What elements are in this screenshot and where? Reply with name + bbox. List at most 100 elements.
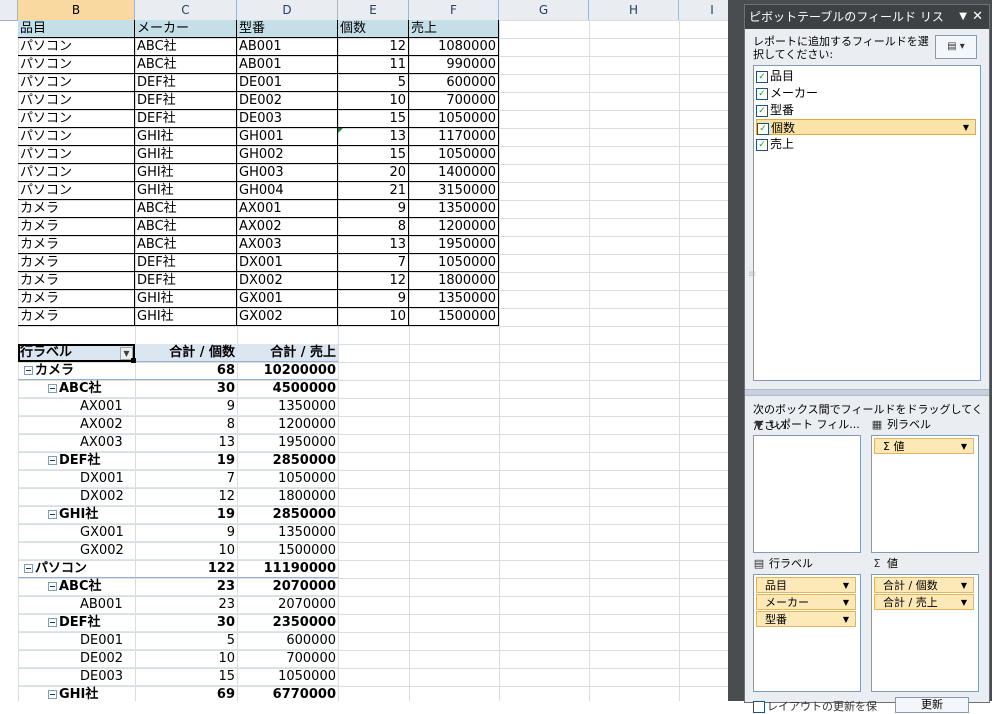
table-cell[interactable]: GH004 (237, 182, 338, 200)
pivot-sales-cell[interactable]: 2350000 (237, 614, 338, 632)
table-cell[interactable]: 1050000 (409, 254, 499, 272)
pivot-sales-cell[interactable]: 2850000 (237, 506, 338, 524)
table-cell[interactable]: 12 (338, 272, 409, 290)
pivot-count-cell[interactable]: 5 (135, 632, 237, 650)
cell-grid[interactable]: 品目 メーカー 型番 個数 売上 パソコン ABC社 AB001 12 1080000 パソコン AB… (18, 20, 728, 701)
update-button[interactable]: 更新 (895, 697, 969, 713)
report-filter-box[interactable] (753, 435, 861, 553)
pivot-row-label[interactable]: DE002 (18, 650, 135, 668)
table-cell[interactable]: DE001 (237, 74, 338, 92)
table-cell[interactable]: ABC社 (135, 236, 237, 254)
table-cell[interactable]: パソコン (18, 56, 135, 74)
table-cell[interactable]: GH003 (237, 164, 338, 182)
pivot-sales-cell[interactable]: 1950000 (237, 434, 338, 452)
table-cell[interactable]: 10 (338, 308, 409, 326)
table-header-cell[interactable]: 個数 (338, 20, 409, 38)
pivot-count-cell[interactable]: 69 (135, 686, 237, 701)
pivot-row-label[interactable]: DE001 (18, 632, 135, 650)
pivot-row-label[interactable]: AX001 (18, 398, 135, 416)
table-cell[interactable]: GX002 (237, 308, 338, 326)
table-cell[interactable]: DX001 (237, 254, 338, 272)
collapse-icon[interactable] (48, 618, 57, 627)
table-cell[interactable]: GHI社 (135, 164, 237, 182)
table-cell[interactable]: 1170000 (409, 128, 499, 146)
table-cell[interactable]: DE002 (237, 92, 338, 110)
values-box[interactable]: 合計 / 個数 ▼ 合計 / 売上 ▼ (871, 574, 979, 692)
pivot-row-label[interactable]: DX002 (18, 488, 135, 506)
pivot-count-cell[interactable]: 13 (135, 434, 237, 452)
table-cell[interactable]: 1350000 (409, 200, 499, 218)
pivot-count-cell[interactable]: 122 (135, 560, 237, 578)
table-cell[interactable]: パソコン (18, 128, 135, 146)
field-checkbox[interactable]: ✓ (756, 104, 768, 117)
collapse-icon[interactable] (48, 510, 57, 519)
pivot-sales-cell[interactable]: 4500000 (237, 380, 338, 398)
area-field-chip[interactable]: Σ 値 ▼ (874, 438, 974, 454)
area-field-chip[interactable]: 品目 ▼ (756, 577, 856, 593)
table-cell[interactable]: パソコン (18, 146, 135, 164)
table-cell[interactable]: カメラ (18, 200, 135, 218)
column-header-h[interactable]: H (589, 0, 679, 20)
table-cell[interactable]: ABC社 (135, 38, 237, 56)
table-cell[interactable]: ABC社 (135, 218, 237, 236)
pivot-count-cell[interactable]: 30 (135, 614, 237, 632)
defer-update-checkbox[interactable]: ✓レイアウトの更新を保 (753, 698, 877, 714)
table-cell[interactable]: AX001 (237, 200, 338, 218)
pivot-row-label[interactable]: GHI社 (18, 686, 135, 701)
table-cell[interactable]: 21 (338, 182, 409, 200)
table-header-cell[interactable]: 型番 (237, 20, 338, 38)
table-cell[interactable]: カメラ (18, 218, 135, 236)
table-cell[interactable]: DEF社 (135, 92, 237, 110)
pivot-row-label[interactable]: AX002 (18, 416, 135, 434)
table-cell[interactable]: 1950000 (409, 236, 499, 254)
pivot-row-label[interactable]: ABC社 (18, 578, 135, 596)
pivot-row-label[interactable]: GX001 (18, 524, 135, 542)
area-field-chip[interactable]: メーカー ▼ (756, 594, 856, 610)
field-list[interactable]: ✓ 品目 ✓ メーカー ✓ 型番 ✓ 個数 ▼ ✓ 売上 (753, 65, 981, 381)
close-icon[interactable]: ✕ (972, 5, 983, 29)
table-cell[interactable]: GX001 (237, 290, 338, 308)
table-cell[interactable]: 3150000 (409, 182, 499, 200)
column-header-g[interactable]: G (499, 0, 589, 20)
pivot-sales-cell[interactable]: 11190000 (237, 560, 338, 578)
chip-dropdown-icon[interactable]: ▼ (961, 578, 967, 594)
field-item[interactable]: ✓ 個数 ▼ (756, 119, 976, 135)
table-cell[interactable]: 1800000 (409, 272, 499, 290)
pivot-row-label[interactable]: ABC社 (18, 380, 135, 398)
pivot-sales-cell[interactable]: 600000 (237, 632, 338, 650)
pivot-sales-cell[interactable]: 1050000 (237, 470, 338, 488)
column-header-e[interactable]: E (338, 0, 409, 20)
table-cell[interactable]: AX002 (237, 218, 338, 236)
table-header-cell[interactable]: 売上 (409, 20, 499, 38)
collapse-icon[interactable] (48, 384, 57, 393)
table-cell[interactable]: DEF社 (135, 74, 237, 92)
table-cell[interactable]: GHI社 (135, 182, 237, 200)
table-cell[interactable]: 13 (338, 236, 409, 254)
table-cell[interactable]: カメラ (18, 290, 135, 308)
area-field-chip[interactable]: 型番 ▼ (756, 611, 856, 627)
table-cell[interactable]: パソコン (18, 182, 135, 200)
pivot-row-label[interactable]: DX001 (18, 470, 135, 488)
pivot-count-cell[interactable]: 10 (135, 650, 237, 668)
table-cell[interactable]: ABC社 (135, 56, 237, 74)
table-cell[interactable]: パソコン (18, 74, 135, 92)
table-cell[interactable]: 15 (338, 146, 409, 164)
column-header-i[interactable]: I (679, 0, 728, 20)
field-item[interactable]: ✓ 売上 (756, 136, 976, 152)
column-header-b[interactable]: B (18, 0, 135, 20)
table-cell[interactable]: 1050000 (409, 146, 499, 164)
defer-checkbox-box[interactable]: ✓ (753, 701, 765, 713)
table-cell[interactable]: AX003 (237, 236, 338, 254)
pivot-count-cell[interactable]: 68 (135, 362, 237, 380)
table-cell[interactable]: 10 (338, 92, 409, 110)
pivot-count-cell[interactable]: 7 (135, 470, 237, 488)
table-cell[interactable]: DEF社 (135, 254, 237, 272)
table-cell[interactable]: 7 (338, 254, 409, 272)
pivot-row-label[interactable]: DEF社 (18, 614, 135, 632)
chip-dropdown-icon[interactable]: ▼ (961, 439, 967, 455)
pivot-row-label[interactable]: AB001 (18, 596, 135, 614)
area-field-chip[interactable]: 合計 / 個数 ▼ (874, 577, 974, 593)
table-cell[interactable]: GHI社 (135, 146, 237, 164)
pane-grip-icon[interactable]: ≡ (748, 269, 756, 289)
table-cell[interactable]: GH001 (237, 128, 338, 146)
